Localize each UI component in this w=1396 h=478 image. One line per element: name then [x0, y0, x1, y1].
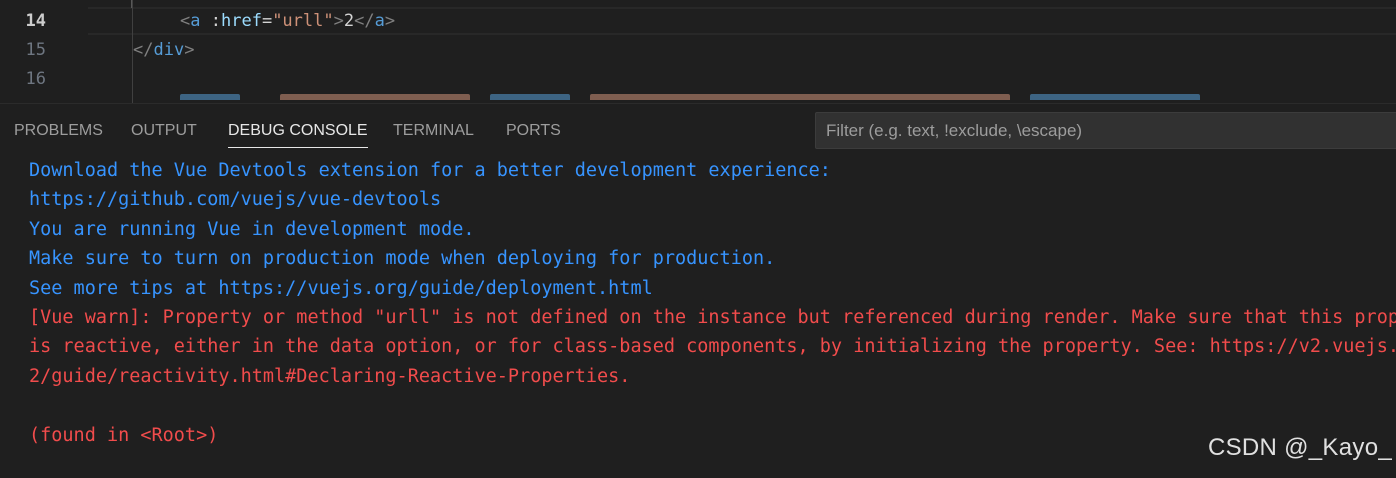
code-area[interactable]: <a :href="urll">2</a> </div> [88, 0, 1396, 103]
vscode-window: 14 15 16 <a :href="urll">2</a> </div> PR… [0, 0, 1396, 478]
tab-ports[interactable]: PORTS [506, 119, 561, 145]
code-token: 2 [343, 11, 355, 31]
line-number: 15 [25, 40, 46, 60]
console-line: You are running Vue in development mode. [29, 218, 475, 240]
console-line[interactable]: https://github.com/vuejs/vue-devtools [29, 185, 1396, 214]
code-token: "urll" [272, 11, 334, 31]
console-warning-line: 2/guide/reactivity.html#Declaring-Reacti… [29, 365, 631, 387]
line-number: 16 [25, 69, 46, 89]
debug-console-output[interactable]: Download the Vue Devtools extension for … [29, 156, 1396, 450]
code-fragment [280, 94, 470, 100]
code-token: : [200, 11, 221, 31]
console-warning-line: (found in <Root>) [29, 424, 219, 446]
code-token: href [220, 11, 262, 31]
code-editor[interactable]: 14 15 16 <a :href="urll">2</a> </div> [0, 0, 1396, 103]
indent-guide-active [131, 0, 132, 8]
code-fragment [590, 94, 1010, 100]
code-line-14: <a :href="urll">2</a> [180, 7, 395, 36]
code-token: a [374, 11, 385, 31]
code-line-15: </div> [133, 36, 194, 65]
partially-visible-code-line [180, 94, 1200, 103]
console-warning-line: is reactive, either in the data option, … [29, 336, 1396, 358]
csdn-watermark: CSDN @_Kayo_ [1207, 434, 1392, 461]
panel-tab-bar: PROBLEMS OUTPUT DEBUG CONSOLE TERMINAL P… [0, 104, 810, 156]
code-token: > [184, 40, 195, 60]
tab-debug-console[interactable]: DEBUG CONSOLE [228, 119, 368, 148]
filter-input[interactable] [816, 113, 1396, 148]
code-fragment [180, 94, 240, 100]
code-token: div [153, 40, 185, 60]
console-line: Download the Vue Devtools extension for … [29, 160, 831, 181]
code-token: </ [354, 11, 375, 31]
code-token: < [180, 11, 191, 31]
console-line: Make sure to turn on production mode whe… [29, 248, 776, 270]
bottom-panel: PROBLEMS OUTPUT DEBUG CONSOLE TERMINAL P… [0, 103, 1396, 478]
line-number: 14 [25, 11, 46, 31]
tab-problems[interactable]: PROBLEMS [14, 119, 103, 145]
line-number-gutter: 14 15 16 [0, 0, 88, 103]
code-fragment [490, 94, 570, 100]
code-token: = [261, 11, 273, 31]
code-token: </ [133, 40, 154, 60]
code-token: > [333, 11, 344, 31]
tab-terminal[interactable]: TERMINAL [393, 119, 474, 145]
code-token: a [190, 11, 201, 31]
code-token: > [384, 11, 396, 31]
console-line: See more tips at https://vuejs.org/guide… [29, 277, 653, 299]
console-filter-box[interactable] [815, 112, 1396, 149]
code-fragment [1030, 94, 1200, 100]
tab-output[interactable]: OUTPUT [131, 119, 197, 145]
console-warning-line: [Vue warn]: Property or method "urll" is… [29, 306, 1396, 328]
